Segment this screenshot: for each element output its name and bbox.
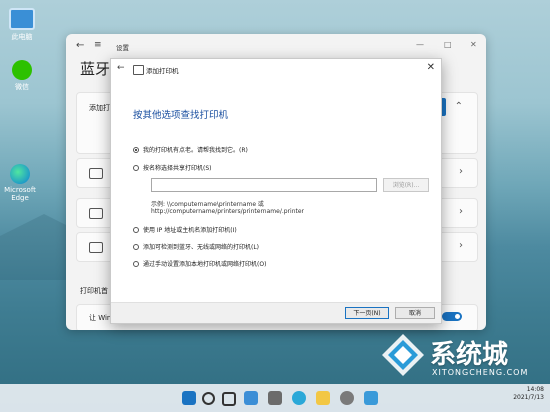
watermark: 系统城 XITONGCHENG.COM [378,330,548,382]
dialog-title: 添加打印机 [146,67,179,75]
cancel-button[interactable]: 取消 [395,307,435,319]
desktop-icon-wechat[interactable]: 微信 [2,60,42,92]
edge-icon [10,164,30,184]
clock-date: 2021/7/13 [513,394,544,401]
chevron-up-icon[interactable]: ⌃ [455,101,463,112]
option-old-printer[interactable]: 我的打印机有点老。请帮我找到它。(R) [133,145,248,154]
chevron-right-icon: › [459,166,463,177]
computer-icon [9,8,35,30]
search-icon[interactable] [202,392,215,405]
add-device-label: 添加打 [89,104,110,112]
widgets-icon[interactable] [244,391,258,405]
desktop-icon-this-pc[interactable]: 此电脑 [2,8,42,42]
printer-icon [89,168,103,179]
dialog-titlebar: ← 添加打印机 ✕ [111,59,441,79]
desktop-icon-label: 微信 [15,83,29,91]
start-icon[interactable] [182,391,196,405]
option-manual-local[interactable]: 通过手动设置添加本地打印机或网络打印机(O) [133,259,266,268]
next-button[interactable]: 下一页(N) [345,307,389,319]
example-text-1: 示例: \\computername\printername 或 [151,201,264,208]
back-arrow-icon[interactable]: ← [117,63,125,73]
option-bluetooth-wireless[interactable]: 添加可检测到蓝牙、无线或网络的打印机(L) [133,242,259,251]
clock-time: 14:08 [526,386,544,393]
minimize-button[interactable]: — [416,40,424,49]
page-title: 蓝牙 [80,60,111,78]
hamburger-menu-icon[interactable]: ≡ [94,40,102,50]
dialog-footer: 下一页(N) 取消 [111,302,441,323]
settings-gear-icon[interactable] [340,391,354,405]
example-text-2: http://computername/printers/printername… [151,208,305,215]
option-label: 通过手动设置添加本地打印机或网络打印机(O) [143,261,267,268]
radio-button[interactable] [133,164,139,171]
printers-section-heading: 打印机首 [80,287,108,295]
watermark-text: 系统城 [430,340,509,370]
chevron-right-icon: › [459,206,463,217]
desktop-icon-label: Microsoft Edge [4,186,36,202]
option-shared-printer[interactable]: 按名称选择共享打印机(S) [133,163,212,172]
taskbar [0,384,550,412]
option-label: 使用 IP 地址或主机名添加打印机(I) [143,227,237,234]
app-icon[interactable] [364,391,378,405]
option-label: 我的打印机有点老。请帮我找到它。(R) [143,147,248,154]
close-button[interactable]: ✕ [470,40,477,49]
radio-button[interactable] [133,226,139,233]
system-clock[interactable]: 14:08 2021/7/13 [513,386,544,402]
option-ip-address[interactable]: 使用 IP 地址或主机名添加打印机(I) [133,225,237,234]
desktop-icon-label: 此电脑 [11,33,33,41]
chat-icon[interactable] [268,391,282,405]
window-title: 设置 [116,44,129,52]
task-view-icon[interactable] [222,392,236,406]
let-windows-label: 让 Win [89,314,112,322]
radio-button[interactable] [133,260,139,267]
radio-button[interactable] [133,243,139,250]
option-label: 按名称选择共享打印机(S) [143,165,212,172]
maximize-button[interactable]: □ [444,40,452,49]
back-arrow-icon[interactable]: ← [76,40,84,51]
printer-icon [89,242,103,253]
wechat-icon [12,60,32,80]
watermark-logo-icon [382,334,424,376]
let-windows-toggle[interactable] [442,312,462,321]
add-printer-dialog: ← 添加打印机 ✕ 按其他选项查找打印机 我的打印机有点老。请帮我找到它。(R)… [110,58,442,324]
settings-titlebar: ← ≡ 设置 — □ ✕ [66,34,486,58]
chevron-right-icon: › [459,240,463,251]
browse-button[interactable]: 浏览(R)... [383,178,429,192]
close-icon[interactable]: ✕ [427,62,435,73]
dialog-heading: 按其他选项查找打印机 [133,110,229,121]
printer-icon [133,65,144,75]
printer-icon [89,208,103,219]
option-label: 添加可检测到蓝牙、无线或网络的打印机(L) [143,244,260,251]
radio-button[interactable] [133,146,139,153]
desktop-icon-edge[interactable]: Microsoft Edge [0,164,40,202]
file-explorer-icon[interactable] [316,391,330,405]
watermark-url: XITONGCHENG.COM [432,368,529,377]
edge-icon[interactable] [292,391,306,405]
printer-path-input[interactable] [151,178,377,192]
